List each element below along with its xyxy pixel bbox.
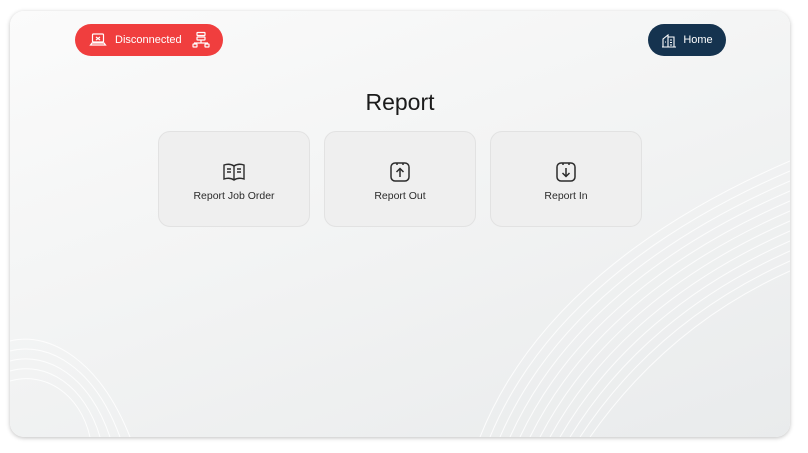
card-label: Report In bbox=[544, 190, 588, 202]
open-book-icon bbox=[222, 160, 246, 184]
connection-status-label: Disconnected bbox=[115, 34, 182, 46]
home-button[interactable]: Home bbox=[648, 24, 726, 56]
app-window: Disconnected Home Report Report Job Orde… bbox=[10, 11, 790, 437]
laptop-icon bbox=[89, 31, 107, 49]
download-box-icon bbox=[554, 160, 578, 184]
report-out-card[interactable]: Report Out bbox=[324, 131, 476, 227]
connection-status-button[interactable]: Disconnected bbox=[75, 24, 223, 56]
upload-box-icon bbox=[388, 160, 412, 184]
network-icon bbox=[192, 31, 210, 49]
page-title: Report bbox=[365, 89, 435, 115]
home-building-icon bbox=[661, 32, 677, 48]
report-job-order-card[interactable]: Report Job Order bbox=[158, 131, 310, 227]
card-label: Report Out bbox=[374, 190, 426, 202]
home-label: Home bbox=[683, 34, 713, 46]
card-label: Report Job Order bbox=[193, 190, 275, 202]
report-in-card[interactable]: Report In bbox=[490, 131, 642, 227]
